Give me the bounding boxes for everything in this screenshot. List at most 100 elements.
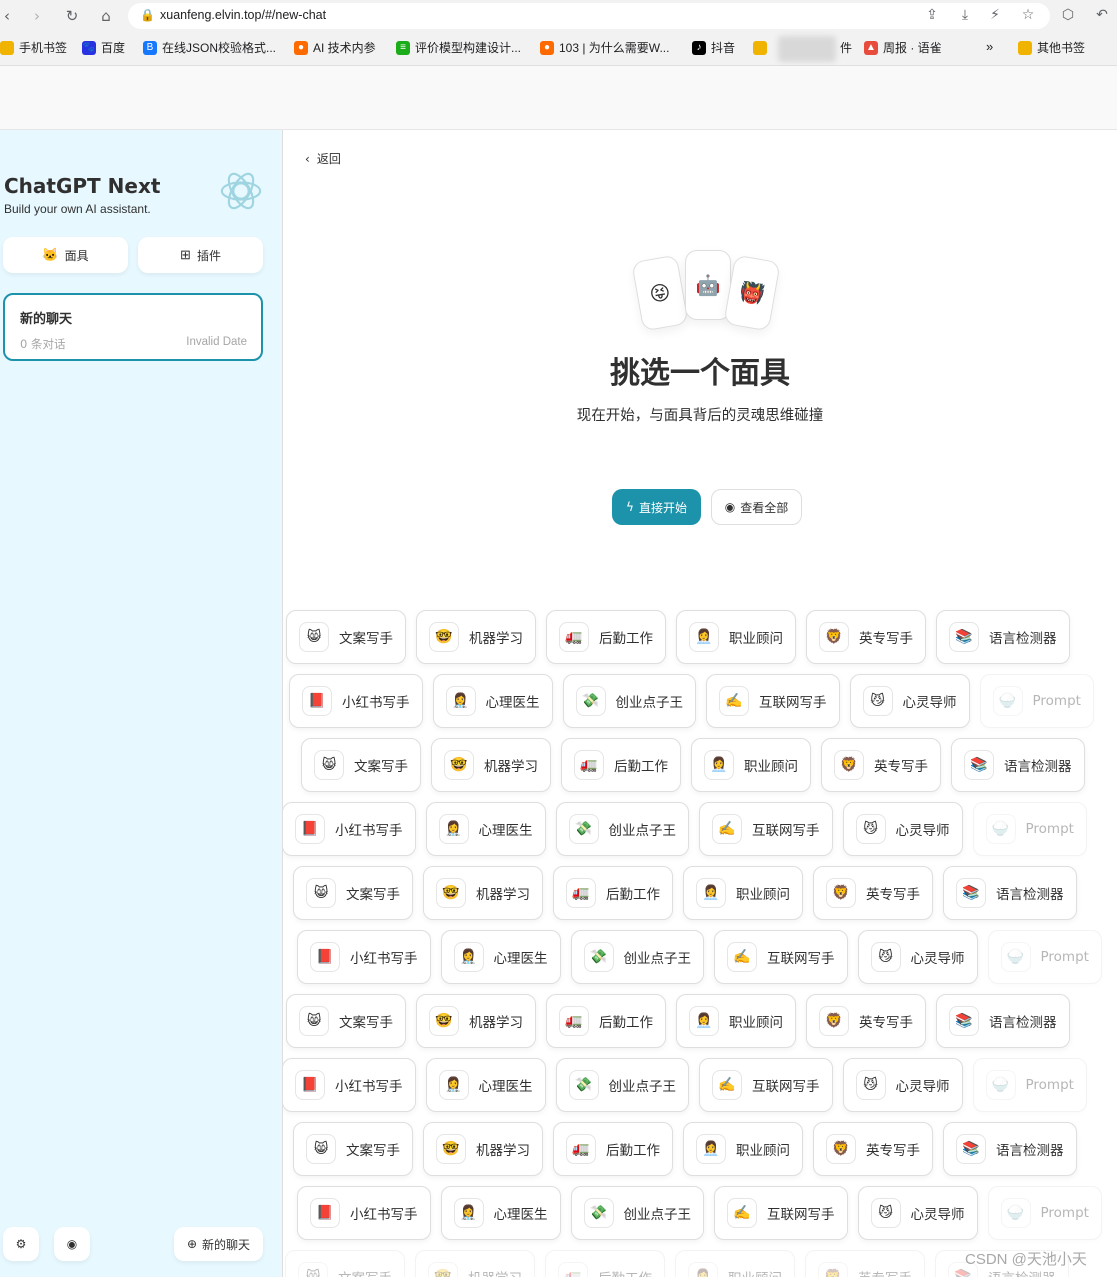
mask-item[interactable]: 🦁 英专写手 (805, 1250, 925, 1277)
mask-item[interactable]: 🤓 机器学习 (423, 1122, 543, 1176)
mask-item[interactable]: 🦁 英专写手 (806, 610, 926, 664)
back-button[interactable]: ‹ 返回 (305, 150, 341, 167)
mask-item[interactable]: 📕 小红书写手 (297, 930, 431, 984)
mask-item[interactable]: 💸 创业点子王 (555, 802, 689, 856)
reload-icon[interactable]: ↻ (61, 5, 83, 27)
mask-item[interactable]: 👩‍💼 职业顾问 (676, 994, 796, 1048)
address-bar[interactable]: 🔒 xuanfeng.elvin.top/#/new-chat (128, 3, 1050, 29)
bookmark-item[interactable]: ≡ 评价模型构建设计... (396, 39, 521, 56)
plugin-button[interactable]: ⊞ 插件 (138, 237, 263, 273)
start-chat-button[interactable]: ϟ 直接开始 (612, 489, 701, 525)
bookmark-item[interactable]: B 在线JSON校验格式... (143, 39, 276, 56)
mask-item[interactable]: 📕 小红书写手 (283, 802, 416, 856)
mask-item[interactable]: 📚 语言检测器 (943, 866, 1077, 920)
mask-item[interactable]: 🍚 Prompt (972, 802, 1087, 856)
mask-item[interactable]: ✍️ 互联网写手 (699, 802, 833, 856)
home-icon[interactable]: ⌂ (95, 5, 117, 27)
mask-item[interactable]: 😼 心灵导师 (857, 1186, 978, 1240)
bookmark-item[interactable]: 手机书签 (0, 39, 67, 56)
mask-item[interactable]: 🦁 英专写手 (813, 1122, 933, 1176)
bookmark-item[interactable]: ▲ 周报 · 语雀 (864, 39, 942, 56)
mask-button[interactable]: 🐱 面具 (3, 237, 128, 273)
mask-item[interactable]: 📚 语言检测器 (936, 610, 1070, 664)
mask-item[interactable]: 😼 心灵导师 (857, 930, 978, 984)
extensions-icon[interactable]: ⬡ (1058, 5, 1078, 25)
mask-item[interactable]: 🤓 机器学习 (431, 738, 551, 792)
mask-row: 📕 小红书写手 👩‍⚕️ 心理医生 💸 创业点子王 ✍️ 互联网写手 😼 心灵导师 🍚 Prompt (283, 1058, 1087, 1112)
chat-list-item[interactable]: 新的聊天 0 条对话 Invalid Date (3, 293, 263, 361)
bookmark-item[interactable]: ● 103 | 为什么需要W... (540, 39, 669, 56)
undo-icon[interactable]: ↶ (1092, 5, 1112, 25)
mask-item[interactable]: 🍚 Prompt (972, 1058, 1087, 1112)
mask-item[interactable]: 🚛 后勤工作 (546, 610, 666, 664)
mask-item[interactable]: 🚛 后勤工作 (553, 866, 673, 920)
mask-item[interactable]: 😸 文案写手 (293, 866, 413, 920)
mask-item[interactable]: 👩‍⚕️ 心理医生 (425, 802, 546, 856)
mask-item[interactable]: 📚 语言检测器 (943, 1122, 1077, 1176)
mask-item[interactable]: 🤓 机器学习 (423, 866, 543, 920)
mask-item[interactable]: 😸 文案写手 (286, 610, 406, 664)
mask-item[interactable]: 💸 创业点子王 (570, 930, 704, 984)
mask-item[interactable]: 👩‍⚕️ 心理医生 (432, 674, 553, 728)
forward-arrow-icon[interactable]: › (26, 5, 48, 27)
view-all-button[interactable]: ◉ 查看全部 (711, 489, 802, 525)
mask-item[interactable]: 😸 文案写手 (301, 738, 421, 792)
mask-item[interactable]: 🦁 英专写手 (821, 738, 941, 792)
mask-item[interactable]: ✍️ 互联网写手 (706, 674, 840, 728)
bookmark-item[interactable]: 其他书签 (1018, 39, 1085, 56)
mask-item[interactable]: 🍚 Prompt (987, 1186, 1102, 1240)
lightning-icon[interactable]: ⚡ (985, 5, 1005, 25)
mask-item[interactable]: 😼 心灵导师 (849, 674, 970, 728)
mask-item[interactable]: 📕 小红书写手 (283, 1058, 416, 1112)
mask-item[interactable]: 📚 语言检测器 (936, 994, 1070, 1048)
mask-item[interactable]: 🚛 后勤工作 (545, 1250, 665, 1277)
bookmark-item[interactable]: ♪ 抖音 (692, 39, 735, 56)
mask-item[interactable]: 🚛 后勤工作 (546, 994, 666, 1048)
back-arrow-icon[interactable]: ‹ (0, 5, 18, 27)
watermark: CSDN @天池小天 (965, 1251, 1087, 1268)
mask-item[interactable]: 👩‍⚕️ 心理医生 (425, 1058, 546, 1112)
mask-item[interactable]: ✍️ 互联网写手 (714, 930, 848, 984)
mask-item[interactable]: 🤓 机器学习 (415, 1250, 535, 1277)
mask-item[interactable]: 👩‍💼 职业顾问 (683, 1122, 803, 1176)
download-icon[interactable]: ⤓ (955, 5, 975, 25)
mask-item[interactable]: 🦁 英专写手 (813, 866, 933, 920)
mask-item[interactable]: 📕 小红书写手 (289, 674, 423, 728)
mask-item[interactable]: 😼 心灵导师 (842, 802, 963, 856)
mask-item[interactable]: 👩‍💼 职业顾问 (675, 1250, 795, 1277)
share-icon[interactable]: ⇪ (922, 5, 942, 25)
mask-item[interactable]: 😼 心灵导师 (842, 1058, 963, 1112)
mask-item[interactable]: 🤓 机器学习 (416, 610, 536, 664)
mask-item[interactable]: 🚛 后勤工作 (553, 1122, 673, 1176)
mask-item[interactable]: 📕 小红书写手 (297, 1186, 431, 1240)
mask-name: 机器学习 (469, 631, 523, 647)
mask-item[interactable]: 🤓 机器学习 (416, 994, 536, 1048)
mask-item[interactable]: 💸 创业点子王 (570, 1186, 704, 1240)
mask-item[interactable]: 💸 创业点子王 (562, 674, 696, 728)
mask-item[interactable]: 👩‍💼 职业顾问 (691, 738, 811, 792)
star-icon[interactable]: ☆ (1018, 5, 1038, 25)
mask-item[interactable]: 🦁 英专写手 (806, 994, 926, 1048)
new-chat-button[interactable]: ⊕ 新的聊天 (174, 1227, 263, 1261)
mask-item[interactable]: 👩‍💼 职业顾问 (683, 866, 803, 920)
mask-name: 心理医生 (485, 695, 540, 711)
mask-item[interactable]: ✍️ 互联网写手 (699, 1058, 833, 1112)
mask-item[interactable]: 👩‍💼 职业顾问 (676, 610, 796, 664)
mask-item[interactable]: 💸 创业点子王 (555, 1058, 689, 1112)
mask-item[interactable]: 📚 语言检测器 (951, 738, 1085, 792)
more-bookmarks-icon[interactable]: » (986, 39, 993, 54)
bookmark-item[interactable]: ● AI 技术内参 (294, 39, 376, 56)
mask-item[interactable]: 🍚 Prompt (987, 930, 1102, 984)
mask-item[interactable]: 🚛 后勤工作 (561, 738, 681, 792)
mask-item[interactable]: 👩‍⚕️ 心理医生 (440, 1186, 561, 1240)
settings-button[interactable]: ⚙ (3, 1227, 39, 1261)
mask-item[interactable]: 👩‍⚕️ 心理医生 (440, 930, 561, 984)
mask-item[interactable]: 😸 文案写手 (285, 1250, 405, 1277)
github-button[interactable]: ◉ (54, 1227, 90, 1261)
mask-item[interactable]: 😸 文案写手 (286, 994, 406, 1048)
mask-item[interactable]: 🍚 Prompt (979, 674, 1094, 728)
bookmark-item[interactable]: 🐾 百度 (82, 39, 125, 56)
mask-name: 互联网写手 (752, 1079, 820, 1095)
mask-item[interactable]: 😸 文案写手 (293, 1122, 413, 1176)
mask-item[interactable]: ✍️ 互联网写手 (714, 1186, 848, 1240)
